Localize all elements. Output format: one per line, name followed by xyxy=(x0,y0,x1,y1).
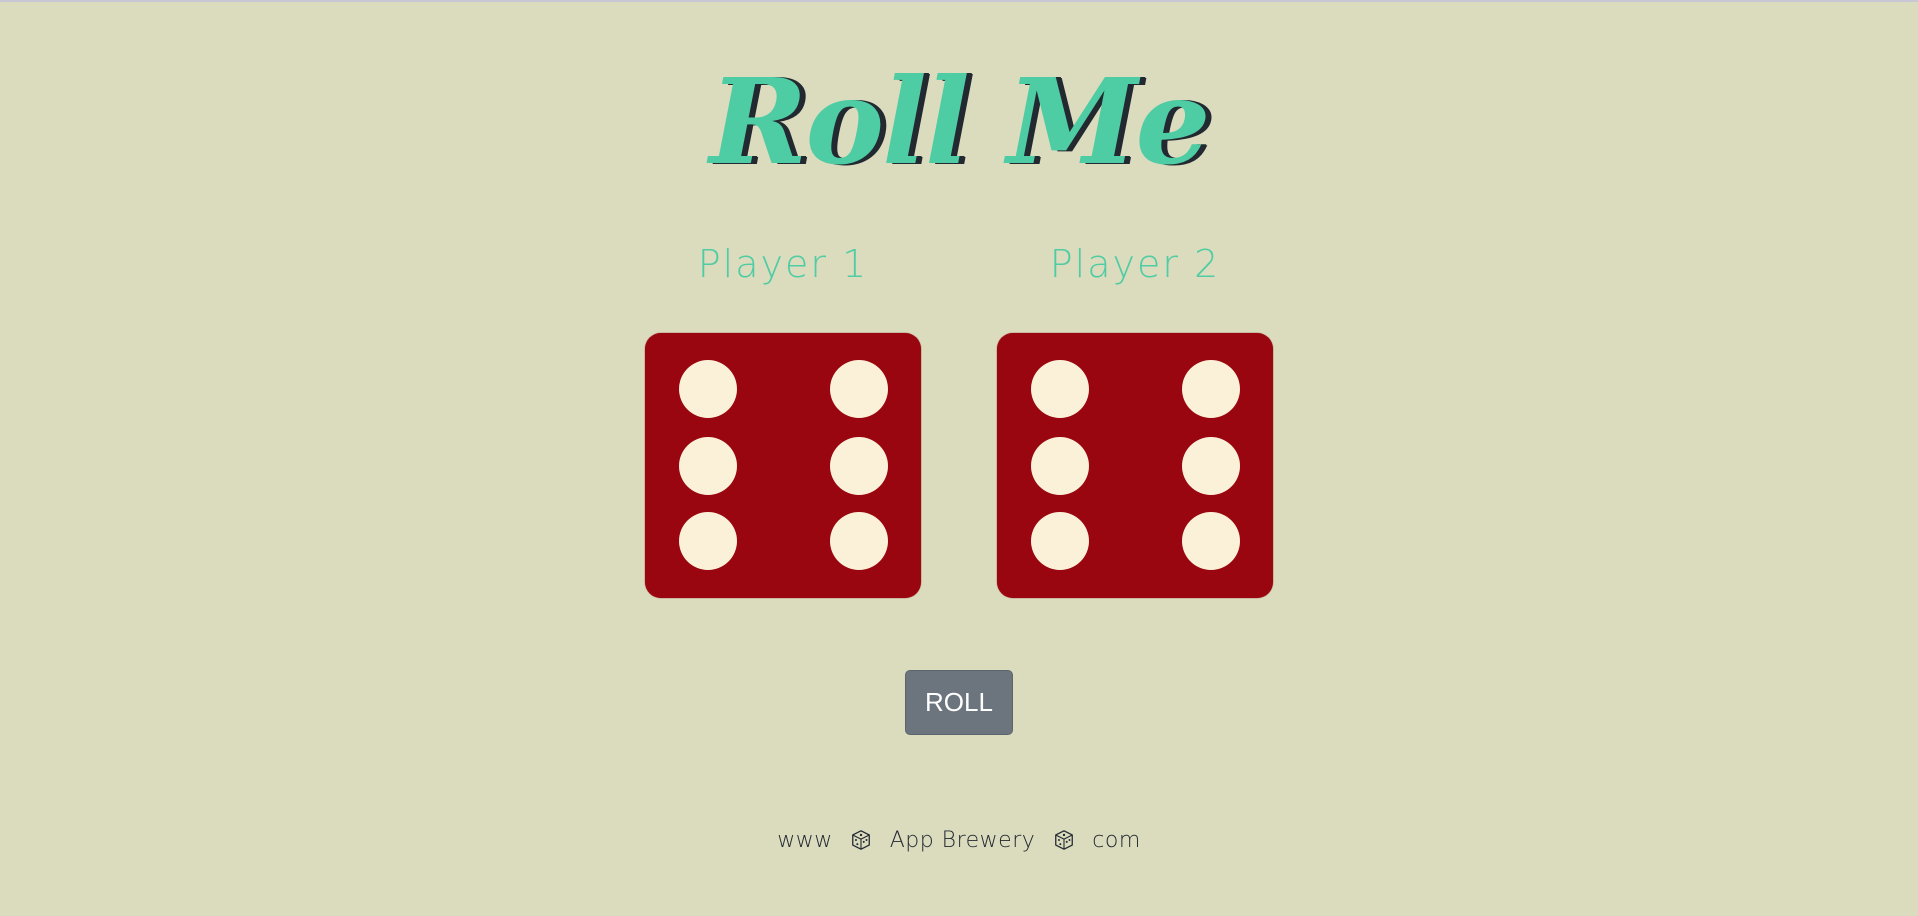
roll-button[interactable]: ROLL xyxy=(905,670,1013,735)
die-pip xyxy=(1031,360,1089,418)
footer-www: www xyxy=(777,828,833,853)
die-pip xyxy=(1031,437,1089,495)
player-1-label: Player 1 xyxy=(697,242,869,286)
die-pip xyxy=(679,512,737,570)
dice-icon xyxy=(852,830,871,850)
dice-icon xyxy=(1054,830,1073,850)
die-pip xyxy=(830,512,888,570)
player-1-die xyxy=(645,333,921,598)
die-pip xyxy=(1182,360,1240,418)
player-2-label: Player 2 xyxy=(1049,242,1221,286)
die-pip xyxy=(830,437,888,495)
die-pip xyxy=(1182,437,1240,495)
player-2-die xyxy=(997,333,1273,598)
footer: www App Brewery com xyxy=(0,828,1918,853)
footer-app-brewery: App Brewery xyxy=(889,828,1036,853)
die-pip xyxy=(1182,512,1240,570)
die-pip xyxy=(679,437,737,495)
die-pip xyxy=(830,360,888,418)
die-pip xyxy=(679,360,737,418)
page-title: Roll Me xyxy=(709,52,1210,191)
die-pip xyxy=(1031,512,1089,570)
footer-com: com xyxy=(1092,828,1141,853)
